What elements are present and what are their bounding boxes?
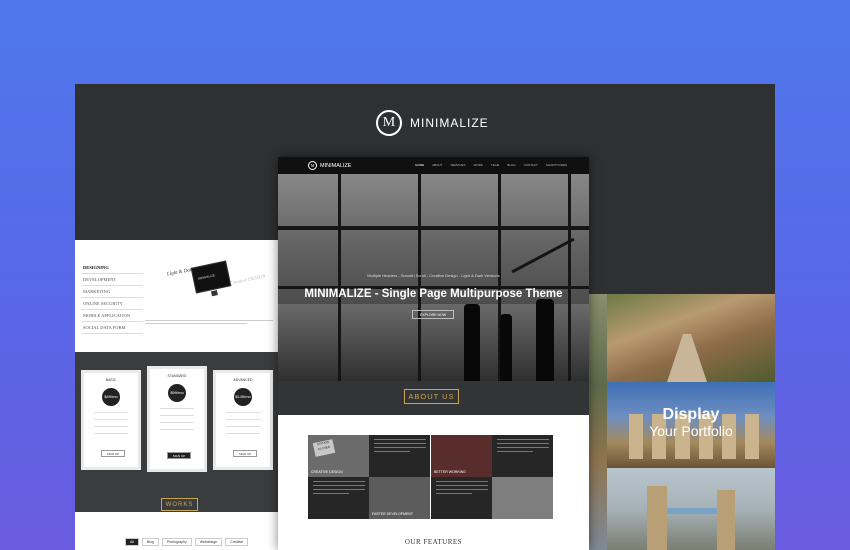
plan-price: $149/mo — [234, 388, 252, 406]
station-sign: STATION CLOSED — [312, 439, 336, 457]
nav-link-home[interactable]: HOME — [415, 163, 424, 167]
plan-name: BASIC — [105, 378, 117, 382]
filter-webdesign[interactable]: Webdesign — [194, 538, 223, 546]
tile-label: BETTER WORKING — [434, 470, 466, 474]
menu-item-designing[interactable]: DESIGNING — [81, 262, 143, 274]
pricing-card-standard: STANDARD $99/mo SIGN UP — [147, 366, 207, 472]
person-silhouette — [500, 314, 512, 381]
hero-title: MINIMALIZE - Single Page Multipurpose Th… — [304, 288, 563, 300]
menu-item-mobile-application[interactable]: MOBILE APPLICATION — [81, 310, 143, 322]
person-silhouette — [464, 304, 480, 381]
signup-button[interactable]: SIGN UP — [233, 450, 257, 457]
about-us-button[interactable]: ABOUT US — [404, 389, 459, 404]
tile-label: CREATIVE DESIGN — [311, 470, 343, 474]
explore-now-button[interactable]: EXPLORE NOW — [412, 310, 454, 319]
portfolio-subheading: Your Portfolio — [649, 423, 733, 439]
nav-link-services[interactable]: SERVICES — [450, 163, 465, 167]
street-photo — [607, 294, 775, 382]
menu-item-online-security[interactable]: ONLINE SECURITY — [81, 298, 143, 310]
nav-link-contact[interactable]: CONTACT — [524, 163, 538, 167]
nav-link-about[interactable]: ABOUT — [432, 163, 442, 167]
grid-tile[interactable]: STATION CLOSED CREATIVE DESIGN — [308, 435, 369, 477]
filter-blog[interactable]: Blog — [141, 538, 159, 546]
pricing-card-basic: BASIC $49/mo SIGN UP — [81, 370, 141, 470]
features-grid: STATION CLOSED CREATIVE DESIGN BETTER WO… — [308, 435, 554, 520]
grid-tile[interactable] — [492, 477, 553, 519]
plan-price: $49/mo — [102, 388, 120, 406]
filter-all[interactable]: All — [125, 538, 139, 546]
plan-name: STANDARD — [167, 374, 187, 378]
nav-logo[interactable]: M MINIMALIZE — [308, 161, 351, 170]
tile-label: FASTER DEVELOPMENT — [372, 512, 414, 516]
left-preview-page: DESIGNING DEVELOPMENT MARKETING ONLINE S… — [75, 240, 278, 550]
brand-header[interactable]: M MINIMALIZE — [376, 110, 489, 136]
signup-button[interactable]: SIGN UP — [101, 450, 125, 457]
right-preview-page: Display Your Portfolio — [589, 294, 775, 550]
pricing-card-advanced: ADVANCED $149/mo SIGN UP — [213, 370, 273, 470]
logo-icon: M — [308, 161, 317, 170]
plan-name: ADVANCED — [233, 378, 253, 382]
temple-photo: Display Your Portfolio — [607, 382, 775, 468]
tagline-creative-design: Creative DESIGN — [229, 274, 267, 287]
hero-tagline: Multiple Headers - Smooth Scroll - Creat… — [367, 273, 500, 278]
menu-item-development[interactable]: DEVELOPMENT — [81, 274, 143, 286]
about-section: ABOUT US — [278, 381, 589, 415]
grid-tile[interactable]: BETTER WORKING — [431, 435, 492, 477]
monitor-image: MINIMALIZE — [190, 260, 232, 294]
nav-link-shortcodes[interactable]: SHORTCODES — [546, 163, 567, 167]
monitor-text: MINIMALIZE — [197, 273, 216, 281]
brand-name: MINIMALIZE — [410, 116, 489, 130]
center-preview-page: M MINIMALIZE HOME ABOUT SERVICES WORK TE… — [278, 157, 589, 550]
logo-icon: M — [376, 110, 402, 136]
signup-button[interactable]: SIGN UP — [167, 452, 191, 459]
nav-link-blog[interactable]: BLOG — [507, 163, 515, 167]
services-menu: DESIGNING DEVELOPMENT MARKETING ONLINE S… — [81, 262, 143, 334]
grid-tile — [431, 477, 492, 519]
grid-tile — [369, 435, 430, 477]
nav-link-team[interactable]: TEAM — [491, 163, 499, 167]
grid-tile — [308, 477, 369, 519]
bridge-photo — [607, 468, 775, 550]
works-button[interactable]: WORKS — [161, 498, 198, 511]
person-silhouette — [536, 299, 554, 381]
menu-item-marketing[interactable]: MARKETING — [81, 286, 143, 298]
filter-creative[interactable]: Creative — [225, 538, 249, 546]
filter-photography[interactable]: Photography — [161, 538, 192, 546]
nav-link-work[interactable]: WORK — [474, 163, 483, 167]
navbar: M MINIMALIZE HOME ABOUT SERVICES WORK TE… — [278, 157, 589, 174]
portfolio-filter: All Blog Photography Webdesign Creative — [125, 538, 249, 546]
menu-item-social-data-form[interactable]: SOCIAL DATA FORM — [81, 322, 143, 334]
plan-price: $99/mo — [168, 384, 186, 402]
grid-tile[interactable]: FASTER DEVELOPMENT — [369, 477, 430, 519]
nav-links: HOME ABOUT SERVICES WORK TEAM BLOG CONTA… — [415, 163, 567, 167]
grid-tile — [492, 435, 553, 477]
pricing-section: BASIC $49/mo SIGN UP STANDARD $99/mo SIG… — [75, 352, 278, 512]
side-image-strip — [589, 294, 607, 550]
description-text — [145, 320, 273, 330]
hero-section: Multiple Headers - Smooth Scroll - Creat… — [278, 174, 589, 381]
our-features-heading: OUR FEATURES — [404, 538, 463, 546]
display-heading: Display — [662, 406, 720, 423]
nav-brand-name: MINIMALIZE — [320, 162, 352, 169]
